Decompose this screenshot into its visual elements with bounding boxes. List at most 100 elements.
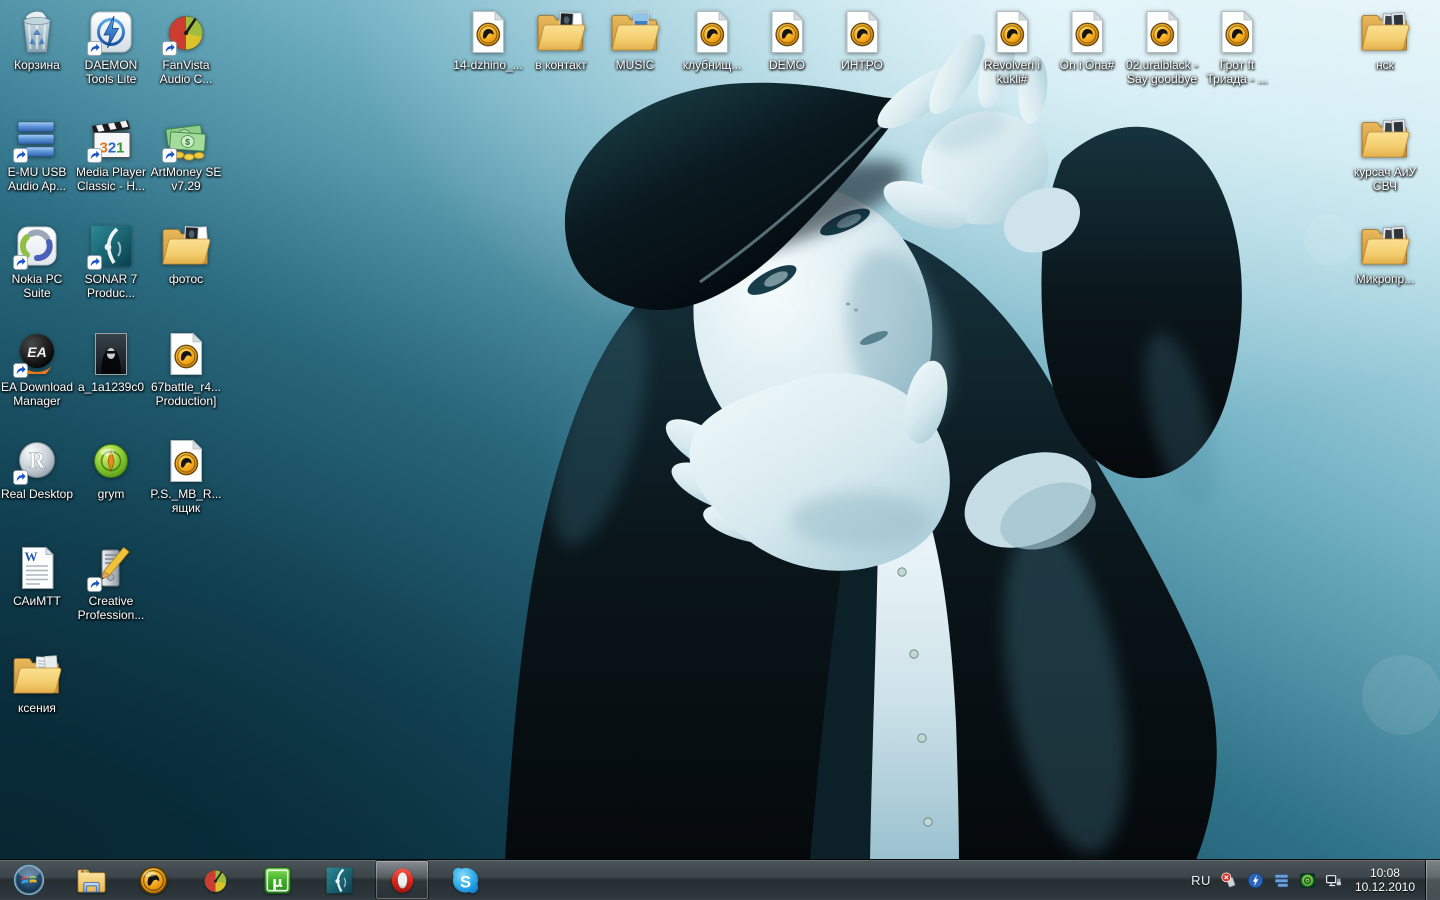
- desktop-icon-label: Revolveri i kukli#: [984, 59, 1040, 86]
- svg-text:W: W: [25, 549, 38, 564]
- desktop-icon-mikropr[interactable]: Микропр...: [1342, 222, 1428, 287]
- desktop-icon-revolveri-i-kukli[interactable]: Revolveri i kukli#: [969, 8, 1055, 86]
- sonar-icon: [324, 865, 355, 896]
- desktop-icon-67battle[interactable]: 67battle_r4... Production]: [143, 330, 229, 408]
- desktop-icon-on-i-ona[interactable]: On i Ona#: [1044, 8, 1130, 73]
- desktop-icon-label: 67battle_r4... Production]: [151, 381, 221, 408]
- desktop-icon-label: P.S._MB_R... ящик: [150, 488, 221, 515]
- desktop-icon-sonar-7-producer[interactable]: SONAR 7 Produc...: [68, 222, 154, 300]
- artmoney-icon: $: [159, 115, 213, 163]
- desktop-icon-fanvista-audio[interactable]: FanVista Audio C...: [143, 8, 229, 86]
- desktop-icon-label: DAEMON Tools Lite: [85, 59, 138, 86]
- desktop-icon-creative-professional[interactable]: Creative Profession...: [68, 544, 154, 622]
- svg-text:321: 321: [99, 140, 124, 157]
- aimp-icon: [159, 437, 213, 485]
- desktop-icon-daemon-tools-lite[interactable]: DAEMON Tools Lite: [68, 8, 154, 86]
- desktop-icon-uralblack-say-goodbye[interactable]: 02.uralblack - Say goodbye: [1119, 8, 1205, 86]
- desktop-icon-kursach-aiu-svch[interactable]: курсач АиУ СВЧ: [1342, 115, 1428, 193]
- folder-photo-blue-icon: [608, 8, 662, 56]
- desktop-icon-music[interactable]: MUSIC: [592, 8, 678, 73]
- utorrent-icon: µ: [262, 865, 293, 896]
- svg-text:EA: EA: [27, 344, 46, 360]
- desktop-icon-label: Real Desktop: [1, 488, 73, 502]
- creative-icon: [84, 544, 138, 592]
- ea-icon: EA: [10, 330, 64, 378]
- aimp-icon: [685, 8, 739, 56]
- language-indicator[interactable]: RU: [1191, 873, 1217, 888]
- shortcut-arrow-icon: [87, 148, 102, 163]
- taskbar-aimp-button[interactable]: [127, 861, 179, 899]
- skype-icon: S: [450, 865, 481, 896]
- show-desktop-button[interactable]: [1425, 860, 1440, 900]
- desktop-icon-label: Корзина: [14, 59, 60, 73]
- desktop-icon-label: MUSIC: [616, 59, 655, 73]
- desktop-icon-label: E-MU USB Audio Ap...: [8, 166, 67, 193]
- daemon-tray-icon[interactable]: [1246, 871, 1265, 890]
- taskbar-utorrent-button[interactable]: µ: [251, 861, 303, 899]
- taskbar-fanvista-button[interactable]: [189, 861, 241, 899]
- worddoc-icon: W: [10, 544, 64, 592]
- desktop-icon-label: On i Ona#: [1060, 59, 1115, 73]
- folder-papers-icon: [10, 651, 64, 699]
- aimp-icon: [985, 8, 1039, 56]
- taskbar-skype-button[interactable]: S: [439, 861, 491, 899]
- desktop-icon-label: Creative Profession...: [78, 595, 145, 622]
- recycle-icon: [10, 8, 64, 56]
- desktop-icon-label: SONAR 7 Produc...: [85, 273, 138, 300]
- shortcut-arrow-icon: [87, 255, 102, 270]
- desktop-icon-label: 02.uralblack - Say goodbye: [1126, 59, 1198, 86]
- folder-photo-dark-icon: [534, 8, 588, 56]
- taskbar-explorer-button[interactable]: [65, 861, 117, 899]
- desktop-icon-label: ИНТРО: [841, 59, 883, 73]
- desktop-icon-label: FanVista Audio C...: [160, 59, 213, 86]
- desktop-icon-grot-ft-triada[interactable]: Грот ft Триада - ...: [1194, 8, 1280, 86]
- desktop-icon-intro[interactable]: ИНТРО: [819, 8, 905, 73]
- desktop-icon-nsk[interactable]: нск: [1342, 8, 1428, 73]
- desktop-icon-label: ксения: [18, 702, 56, 716]
- desktop-icon-ksenia[interactable]: ксения: [0, 651, 80, 716]
- nod32-icon[interactable]: [1298, 871, 1317, 890]
- daemon-icon: [84, 8, 138, 56]
- realdesktop-icon: R: [10, 437, 64, 485]
- start-button[interactable]: [8, 860, 50, 900]
- desktop-icon-a-1a1239c0[interactable]: a_1a1239c0: [68, 330, 154, 395]
- aimp-icon: [138, 865, 169, 896]
- desktop-icon-demo[interactable]: DEMO: [744, 8, 830, 73]
- shortcut-arrow-icon: [13, 255, 28, 270]
- grym-icon: [84, 437, 138, 485]
- aimp-icon: [461, 8, 515, 56]
- taskbar-sonar-button[interactable]: [313, 861, 365, 899]
- desktop: Корзина DAEMON Tools Lite FanVista Audio C…: [0, 0, 1440, 900]
- clock[interactable]: 10:08 10.12.2010: [1355, 866, 1415, 894]
- svg-text:R: R: [29, 448, 46, 473]
- aimp-icon: [159, 330, 213, 378]
- desktop-icon-label: курсач АиУ СВЧ: [1354, 166, 1416, 193]
- clock-date: 10.12.2010: [1355, 880, 1415, 894]
- desktop-icon-label: Nokia PC Suite: [12, 273, 63, 300]
- taskbar-opera-button[interactable]: [375, 860, 429, 900]
- shortcut-arrow-icon: [162, 148, 177, 163]
- opera-icon: [387, 865, 418, 896]
- nokia-icon: [10, 222, 64, 270]
- folder-docs-icon: [1358, 8, 1412, 56]
- usb-eject-icon[interactable]: [1220, 871, 1239, 890]
- desktop-icon-label: DEMO: [769, 59, 805, 73]
- taskbar: µ S RU 10:08 10.12.2010: [0, 859, 1440, 900]
- desktop-icon-media-player-classic[interactable]: 321Media Player Classic - H...: [68, 115, 154, 193]
- desktop-icon-ps-mb-yashchik[interactable]: P.S._MB_R... ящик: [143, 437, 229, 515]
- desktop-icon-fotos[interactable]: фотос: [143, 222, 229, 287]
- desktop-icon-label: нск: [1376, 59, 1394, 73]
- shortcut-arrow-icon: [162, 41, 177, 56]
- mpc-icon: 321: [84, 115, 138, 163]
- emu-icon: [10, 115, 64, 163]
- svg-text:$: $: [185, 137, 191, 147]
- desktop-icon-grym[interactable]: grym: [68, 437, 154, 502]
- network-icon[interactable]: [1324, 871, 1343, 890]
- desktop-icon-label: ArtMoney SE v7.29: [151, 166, 222, 193]
- desktop-icon-artmoney-se[interactable]: $ ArtMoney SE v7.29: [143, 115, 229, 193]
- sonar-icon: [84, 222, 138, 270]
- emu-tray-icon[interactable]: [1272, 871, 1291, 890]
- pie-icon: [159, 8, 213, 56]
- desktop-icon-klubnishch[interactable]: клубнищ...: [669, 8, 755, 73]
- desktop-icon-label: grym: [98, 488, 125, 502]
